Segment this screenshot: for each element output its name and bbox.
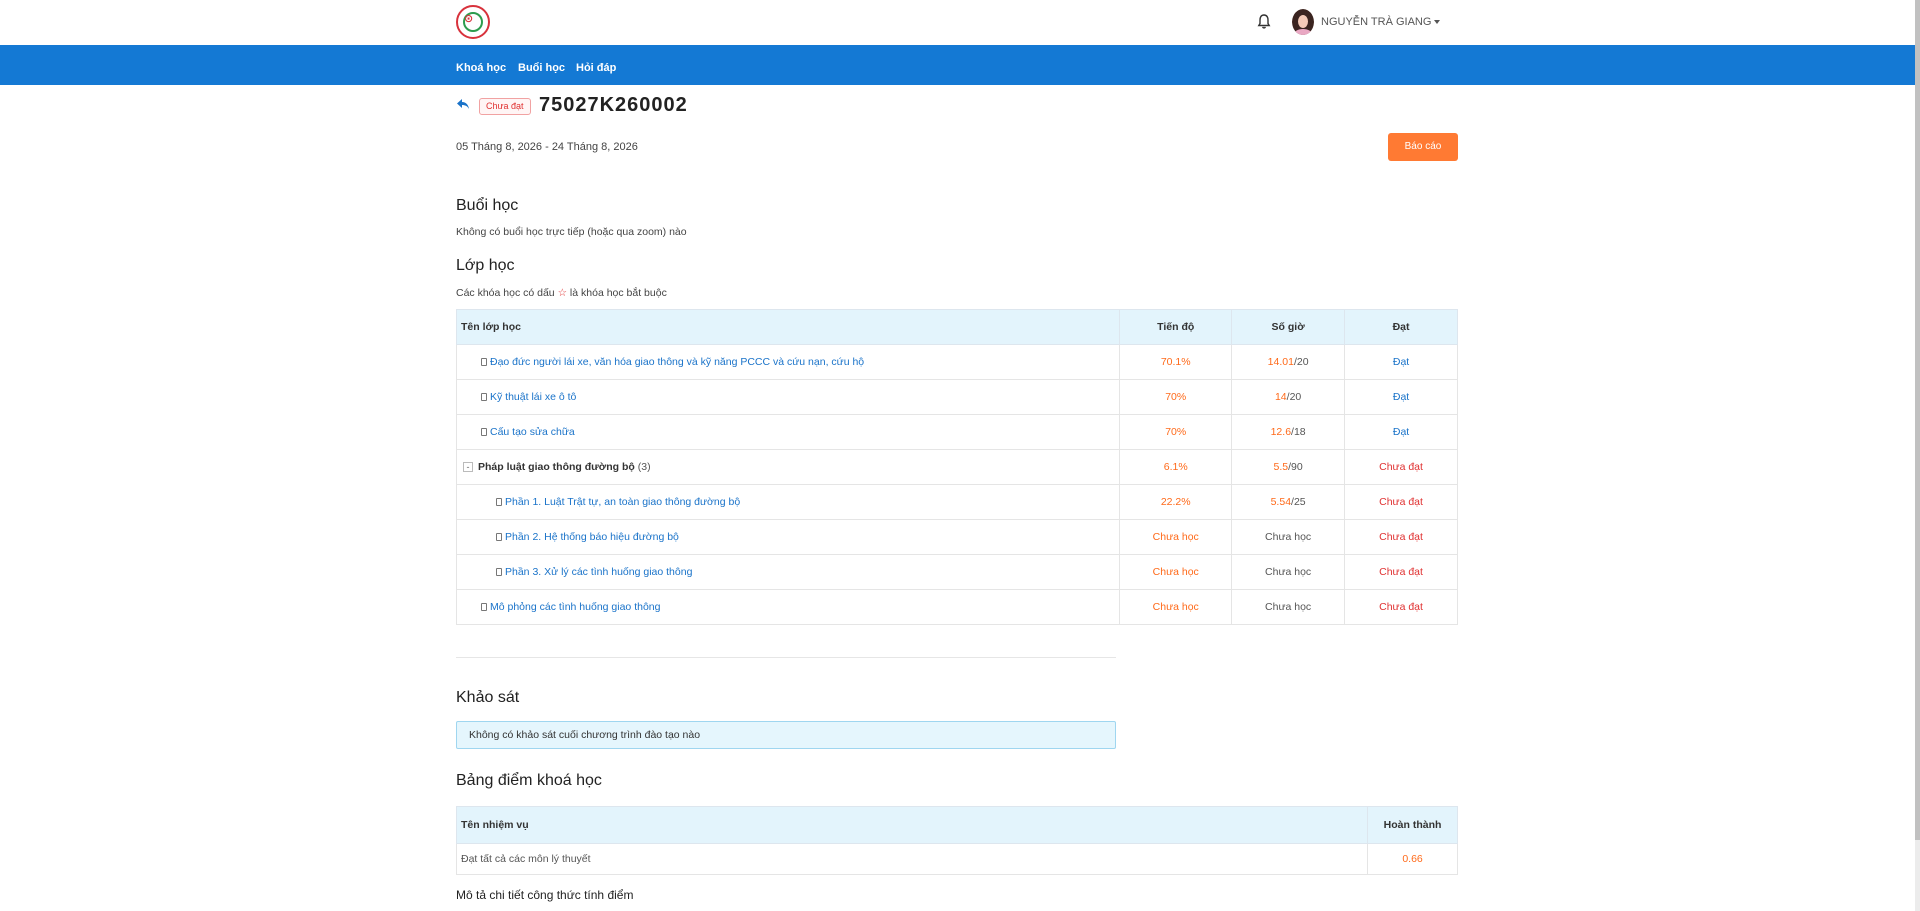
result-cell: Chưa đạt (1344, 554, 1458, 590)
group-name: Pháp luật giao thông đường bộ (478, 461, 635, 473)
survey-heading: Khảo sát (456, 689, 520, 706)
table-row: Đạt tất cả các môn lý thuyết 0.66 (455, 843, 1458, 875)
group-count: (3) (637, 461, 651, 473)
nav-item-courses[interactable]: Khoá học (456, 45, 506, 85)
result-cell: Chưa đạt (1344, 484, 1458, 520)
task-value: 0.66 (1367, 843, 1458, 875)
user-menu[interactable]: NGUYỄN TRÀ GIANG (1292, 8, 1441, 36)
document-icon (481, 358, 487, 366)
star-icon: ☆ (557, 287, 567, 299)
header-task-name: Tên nhiệm vụ (455, 806, 1369, 844)
result-cell: Đạt (1344, 344, 1458, 380)
document-icon (481, 428, 487, 436)
table-row: Phần 3. Xử lý các tình huống giao thông … (455, 554, 1458, 590)
table-row: Mô phỏng các tình huống giao thông Chưa … (455, 589, 1458, 625)
table-header-row: Tên lớp học Tiến độ Số giờ Đạt (455, 309, 1458, 345)
class-link[interactable]: Đạo đức người lái xe, văn hóa giao thông… (490, 356, 864, 368)
survey-empty-alert: Không có khảo sát cuối chương trình đào … (456, 721, 1116, 749)
hours-cell: Chưa học (1231, 589, 1346, 625)
scores-table: Tên nhiệm vụ Hoàn thành Đạt tất cả các m… (455, 806, 1458, 875)
document-icon (496, 568, 502, 576)
scores-heading: Bảng điểm khoá học (456, 772, 602, 789)
task-name: Đạt tất cả các môn lý thuyết (455, 843, 1369, 875)
top-bar: ⊙ NGUYỄN TRÀ GIANG (0, 0, 1915, 45)
result-cell: Chưa đạt (1344, 449, 1458, 485)
header-class-name: Tên lớp học (455, 309, 1121, 345)
hours-done: 5.54 (1270, 496, 1292, 508)
formula-heading: Mô tả chi tiết công thức tính điểm (456, 888, 634, 902)
scrollbar[interactable] (1915, 0, 1920, 911)
progress-cell: 70% (1119, 414, 1233, 450)
table-row-group: - Pháp luật giao thông đường bộ (3) 6.1% … (455, 449, 1458, 485)
table-row: Kỹ thuật lái xe ô tô 70% 14/20 Đạt (455, 379, 1458, 415)
hours-total: /20 (1293, 356, 1309, 368)
progress-cell: Chưa học (1119, 519, 1233, 555)
classes-table: Tên lớp học Tiến độ Số giờ Đạt Đạo đức n… (455, 309, 1458, 625)
result-cell: Chưa đạt (1344, 589, 1458, 625)
classes-heading: Lớp học (456, 257, 515, 274)
table-row: Đạo đức người lái xe, văn hóa giao thông… (455, 344, 1458, 380)
hours-done: 14.01 (1267, 356, 1294, 368)
avatar (1292, 9, 1314, 35)
date-range: 05 Tháng 8, 2026 - 24 Tháng 8, 2026 (456, 141, 638, 153)
user-name: NGUYỄN TRÀ GIANG (1321, 16, 1432, 28)
hours-total: /90 (1288, 461, 1303, 473)
status-badge: Chưa đạt (479, 98, 531, 115)
hours-cell: Chưa học (1231, 519, 1346, 555)
class-link[interactable]: Phần 2. Hệ thống báo hiệu đường bộ (505, 531, 679, 543)
table-row: Phần 1. Luật Trật tự, an toàn giao thông… (455, 484, 1458, 520)
class-link[interactable]: Phần 1. Luật Trật tự, an toàn giao thông… (505, 496, 740, 508)
hours-done: 14 (1274, 391, 1287, 403)
progress-cell: Chưa học (1119, 554, 1233, 590)
class-link[interactable]: Mô phỏng các tình huống giao thông (490, 601, 660, 613)
progress-cell: 70% (1119, 379, 1233, 415)
scrollbar-thumb[interactable] (1915, 0, 1920, 840)
result-cell: Đạt (1344, 414, 1458, 450)
document-icon (496, 498, 502, 506)
page-title: 75027K260002 (539, 94, 688, 116)
header-result: Đạt (1344, 309, 1458, 345)
nav-item-qa[interactable]: Hỏi đáp (576, 45, 616, 85)
logo-mark: ⊙ (464, 12, 474, 25)
document-icon (481, 393, 487, 401)
main-nav: Khoá học Buổi học Hỏi đáp (0, 45, 1915, 85)
bell-icon[interactable] (1255, 12, 1273, 32)
back-arrow-icon[interactable] (456, 98, 470, 110)
required-note-after: là khóa học bắt buộc (569, 287, 667, 299)
hours-total: /25 (1291, 496, 1306, 508)
school-logo-icon[interactable]: ⊙ (456, 5, 490, 39)
table-row: Cấu tạo sửa chữa 70% 12.6/18 Đạt (455, 414, 1458, 450)
table-row: Phần 2. Hệ thống báo hiệu đường bộ Chưa … (455, 519, 1458, 555)
required-note-before: Các khóa học có dấu (456, 287, 555, 299)
hours-done: 12.6 (1270, 426, 1292, 438)
hours-total: /18 (1291, 426, 1306, 438)
collapse-toggle-icon[interactable]: - (463, 462, 473, 473)
progress-cell: Chưa học (1119, 589, 1233, 625)
caret-down-icon (1434, 20, 1441, 24)
sessions-empty-text: Không có buổi học trực tiếp (hoặc qua zo… (456, 226, 687, 238)
class-link[interactable]: Phần 3. Xử lý các tình huống giao thông (505, 566, 692, 578)
table-header-row: Tên nhiệm vụ Hoàn thành (455, 806, 1458, 844)
hours-done: 5.5 (1273, 461, 1289, 473)
hours-total: /20 (1286, 391, 1302, 403)
progress-cell: 22.2% (1119, 484, 1233, 520)
header-progress: Tiến độ (1119, 309, 1233, 345)
nav-item-sessions[interactable]: Buổi học (518, 45, 565, 85)
sessions-heading: Buổi học (456, 197, 519, 214)
divider (456, 657, 1116, 658)
progress-cell: 6.1% (1119, 449, 1233, 485)
result-cell: Đạt (1344, 379, 1458, 415)
class-link[interactable]: Cấu tạo sửa chữa (490, 426, 575, 438)
result-cell: Chưa đạt (1344, 519, 1458, 555)
header-hours: Số giờ (1231, 309, 1346, 345)
progress-cell: 70.1% (1119, 344, 1233, 380)
report-button[interactable]: Báo cáo (1388, 133, 1458, 161)
required-note: Các khóa học có dấu ☆ là khóa học bắt bu… (456, 287, 667, 299)
document-icon (481, 603, 487, 611)
hours-cell: Chưa học (1231, 554, 1346, 590)
document-icon (496, 533, 502, 541)
class-link[interactable]: Kỹ thuật lái xe ô tô (490, 391, 576, 403)
header-completion: Hoàn thành (1367, 806, 1458, 844)
